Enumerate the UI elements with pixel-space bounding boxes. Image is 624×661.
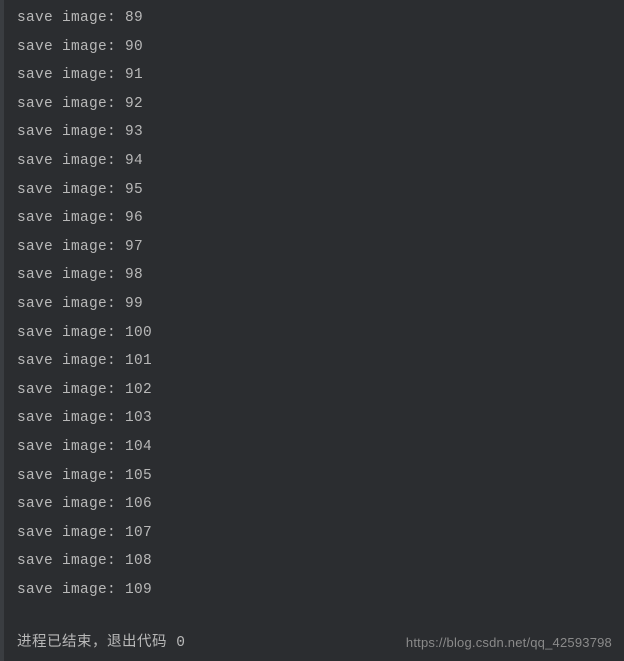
console-gutter xyxy=(0,0,4,661)
output-prefix: save image: xyxy=(17,267,125,283)
output-prefix: save image: xyxy=(17,525,125,541)
output-line: save image: 95 xyxy=(17,176,624,205)
output-line: save image: 100 xyxy=(17,319,624,348)
output-line: save image: 93 xyxy=(17,118,624,147)
output-value: 94 xyxy=(125,153,143,169)
output-value: 106 xyxy=(125,496,152,512)
output-line: save image: 105 xyxy=(17,462,624,491)
output-line: save image: 107 xyxy=(17,519,624,548)
output-line: save image: 89 xyxy=(17,4,624,33)
output-prefix: save image: xyxy=(17,182,125,198)
output-line: save image: 109 xyxy=(17,576,624,605)
output-value: 100 xyxy=(125,325,152,341)
output-value: 105 xyxy=(125,468,152,484)
output-prefix: save image: xyxy=(17,153,125,169)
output-prefix: save image: xyxy=(17,10,125,26)
output-prefix: save image: xyxy=(17,39,125,55)
output-prefix: save image: xyxy=(17,496,125,512)
output-line: save image: 106 xyxy=(17,490,624,519)
output-prefix: save image: xyxy=(17,124,125,140)
output-line: save image: 104 xyxy=(17,433,624,462)
output-prefix: save image: xyxy=(17,67,125,83)
output-line: save image: 97 xyxy=(17,233,624,262)
output-value: 103 xyxy=(125,410,152,426)
output-value: 95 xyxy=(125,182,143,198)
output-line: save image: 94 xyxy=(17,147,624,176)
output-value: 107 xyxy=(125,525,152,541)
output-line: save image: 96 xyxy=(17,204,624,233)
output-prefix: save image: xyxy=(17,553,125,569)
output-value: 97 xyxy=(125,239,143,255)
output-value: 99 xyxy=(125,296,143,312)
output-prefix: save image: xyxy=(17,439,125,455)
output-prefix: save image: xyxy=(17,410,125,426)
output-value: 98 xyxy=(125,267,143,283)
watermark-text: https://blog.csdn.net/qq_42593798 xyxy=(406,635,612,650)
status-area: 进程已结束，退出代码 0 https://blog.csdn.net/qq_42… xyxy=(0,621,624,661)
output-value: 93 xyxy=(125,124,143,140)
output-value: 89 xyxy=(125,10,143,26)
output-line: save image: 90 xyxy=(17,33,624,62)
output-prefix: save image: xyxy=(17,239,125,255)
output-prefix: save image: xyxy=(17,382,125,398)
process-exit-status: 进程已结束，退出代码 0 xyxy=(0,630,185,651)
output-value: 101 xyxy=(125,353,152,369)
output-value: 104 xyxy=(125,439,152,455)
output-value: 108 xyxy=(125,553,152,569)
output-line: save image: 98 xyxy=(17,261,624,290)
output-prefix: save image: xyxy=(17,325,125,341)
output-prefix: save image: xyxy=(17,582,125,598)
output-line: save image: 101 xyxy=(17,347,624,376)
console-output: save image: 89 save image: 90 save image… xyxy=(0,0,624,604)
output-prefix: save image: xyxy=(17,468,125,484)
output-line: save image: 102 xyxy=(17,376,624,405)
output-prefix: save image: xyxy=(17,296,125,312)
output-line: save image: 103 xyxy=(17,404,624,433)
output-prefix: save image: xyxy=(17,96,125,112)
output-line: save image: 92 xyxy=(17,90,624,119)
output-value: 92 xyxy=(125,96,143,112)
output-value: 102 xyxy=(125,382,152,398)
output-line: save image: 91 xyxy=(17,61,624,90)
output-prefix: save image: xyxy=(17,353,125,369)
output-value: 96 xyxy=(125,210,143,226)
output-value: 91 xyxy=(125,67,143,83)
output-value: 90 xyxy=(125,39,143,55)
output-line: save image: 108 xyxy=(17,547,624,576)
output-value: 109 xyxy=(125,582,152,598)
output-line: save image: 99 xyxy=(17,290,624,319)
output-prefix: save image: xyxy=(17,210,125,226)
